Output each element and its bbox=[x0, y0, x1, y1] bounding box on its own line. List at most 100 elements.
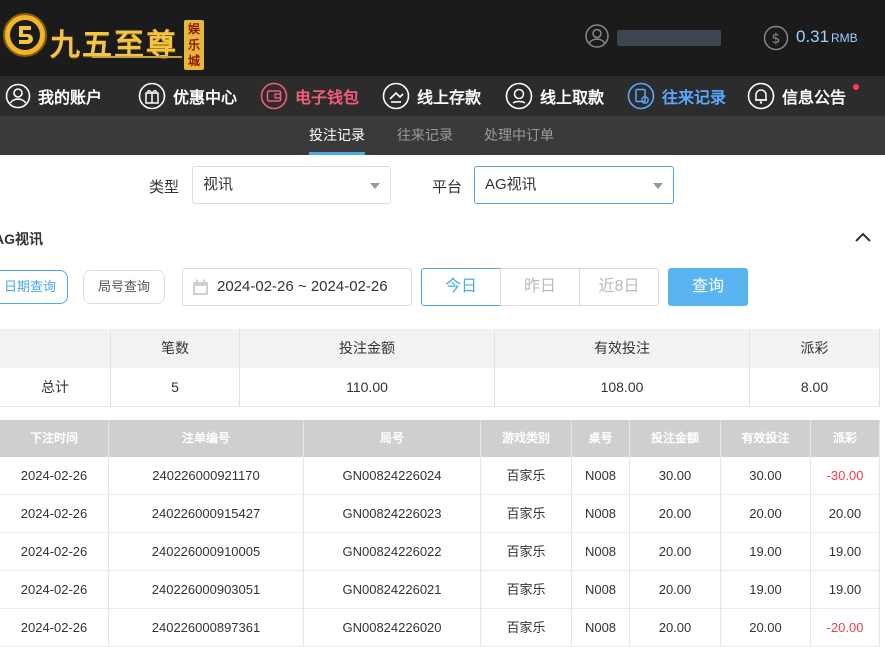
type-label: 类型 bbox=[149, 179, 180, 196]
summary-table: 笔数 投注金额 有效投注 派彩 总计 5 110.00 108.00 8.00 bbox=[0, 329, 880, 407]
tab-transfer-records[interactable]: 往来记录 bbox=[397, 116, 453, 155]
summary-header-bet-amount: 投注金额 bbox=[240, 329, 495, 368]
section-title: AG视讯 bbox=[0, 231, 43, 247]
calendar-icon bbox=[193, 279, 208, 295]
top-header: 九五至尊 娱乐城 $ 0.31 RMB bbox=[0, 0, 885, 76]
table-cell-table-number: N008 bbox=[572, 609, 630, 647]
table-cell-payout: -30.00 bbox=[811, 457, 880, 495]
user-circle-icon bbox=[5, 83, 31, 109]
table-cell-order-number: 240226000903051 bbox=[109, 571, 304, 609]
date-range-input[interactable]: 2024-02-26 ~ 2024-02-26 bbox=[182, 268, 412, 306]
table-cell-valid-bet: 20.00 bbox=[721, 609, 811, 647]
table-header-order-number: 注单编号 bbox=[109, 420, 304, 457]
table-cell-bet-time: 2024-02-26 bbox=[0, 571, 109, 609]
bell-icon bbox=[747, 82, 775, 110]
table-cell-order-number: 240226000915427 bbox=[109, 495, 304, 533]
table-cell-bet-amount: 20.00 bbox=[630, 609, 721, 647]
table-cell-game-type: 百家乐 bbox=[481, 457, 572, 495]
balance-currency: RMB bbox=[831, 31, 858, 45]
platform-select-value: AG视讯 bbox=[485, 176, 537, 193]
nav-transaction-records[interactable]: 往来记录 bbox=[627, 76, 726, 116]
nav-announcements[interactable]: 信息公告 bbox=[747, 76, 846, 116]
sub-tabs: 投注记录 往来记录 处理中订单 bbox=[0, 116, 885, 155]
logo-divider bbox=[92, 56, 182, 58]
table-cell-bet-time: 2024-02-26 bbox=[0, 457, 109, 495]
nav-label: 优惠中心 bbox=[173, 90, 238, 107]
last-8-days-button[interactable]: 近8日 bbox=[579, 268, 659, 306]
type-select[interactable]: 视讯 bbox=[192, 166, 391, 204]
table-header-payout: 派彩 bbox=[811, 420, 880, 457]
table-cell-round-number: GN00824226023 bbox=[304, 495, 481, 533]
table-cell-payout: -20.00 bbox=[811, 609, 880, 647]
table-header-valid-bet: 有效投注 bbox=[721, 420, 811, 457]
user-avatar-icon[interactable] bbox=[585, 24, 609, 48]
table-cell-bet-amount: 20.00 bbox=[630, 495, 721, 533]
platform-select[interactable]: AG视讯 bbox=[474, 166, 674, 204]
nav-online-deposit[interactable]: 线上存款 bbox=[382, 76, 481, 116]
table-cell-round-number: GN00824226021 bbox=[304, 571, 481, 609]
table-header-bet-amount: 投注金额 bbox=[630, 420, 721, 457]
table-cell-round-number: GN00824226024 bbox=[304, 457, 481, 495]
main-nav: 我的账户 优惠中心 电子钱包 线上存款 线上取款 往来记录 信息公告 bbox=[0, 76, 885, 116]
nav-label: 线上取款 bbox=[540, 90, 605, 107]
table-cell-game-type: 百家乐 bbox=[481, 533, 572, 571]
chevron-down-icon bbox=[370, 183, 380, 189]
nav-label: 线上存款 bbox=[417, 90, 482, 107]
summary-bet-amount: 110.00 bbox=[240, 368, 495, 407]
table-header-bet-time: 下注时间 bbox=[0, 420, 109, 457]
table-cell-order-number: 240226000897361 bbox=[109, 609, 304, 647]
table-cell-game-type: 百家乐 bbox=[481, 495, 572, 533]
nav-e-wallet[interactable]: 电子钱包 bbox=[260, 76, 359, 116]
table-header-table-number: 桌号 bbox=[572, 420, 630, 457]
table-cell-table-number: N008 bbox=[572, 533, 630, 571]
date-range-value: 2024-02-26 ~ 2024-02-26 bbox=[217, 278, 388, 295]
notification-dot bbox=[853, 84, 859, 90]
table-cell-table-number: N008 bbox=[572, 495, 630, 533]
summary-total-label: 总计 bbox=[0, 368, 111, 407]
brand-logo[interactable]: 九五至尊 娱乐城 bbox=[2, 8, 212, 70]
round-query-button[interactable]: 局号查询 bbox=[83, 270, 165, 304]
svg-text:$: $ bbox=[772, 31, 781, 47]
table-cell-bet-time: 2024-02-26 bbox=[0, 609, 109, 647]
nav-my-account[interactable]: 我的账户 bbox=[5, 76, 102, 116]
table-header-game-type: 游戏类别 bbox=[481, 420, 572, 457]
table-cell-order-number: 240226000921170 bbox=[109, 457, 304, 495]
table-cell-bet-amount: 30.00 bbox=[630, 457, 721, 495]
table-cell-game-type: 百家乐 bbox=[481, 571, 572, 609]
query-button[interactable]: 查询 bbox=[668, 268, 748, 306]
nav-label: 信息公告 bbox=[782, 90, 847, 107]
yesterday-button[interactable]: 昨日 bbox=[500, 268, 580, 306]
tab-bet-records[interactable]: 投注记录 bbox=[309, 116, 365, 155]
table-cell-payout: 20.00 bbox=[811, 495, 880, 533]
summary-header-blank bbox=[0, 329, 111, 368]
gift-icon bbox=[138, 82, 166, 110]
nav-label: 电子钱包 bbox=[295, 90, 360, 107]
table-cell-order-number: 240226000910005 bbox=[109, 533, 304, 571]
type-select-value: 视讯 bbox=[203, 176, 234, 193]
date-query-button[interactable]: 日期查询 bbox=[0, 270, 68, 304]
summary-count: 5 bbox=[111, 368, 240, 407]
nav-label: 我的账户 bbox=[38, 90, 103, 107]
summary-valid-bet: 108.00 bbox=[495, 368, 750, 407]
table-cell-payout: 19.00 bbox=[811, 571, 880, 609]
table-cell-round-number: GN00824226020 bbox=[304, 609, 481, 647]
summary-payout: 8.00 bbox=[750, 368, 880, 407]
summary-header-count: 笔数 bbox=[111, 329, 240, 368]
table-cell-valid-bet: 19.00 bbox=[721, 533, 811, 571]
table-cell-bet-time: 2024-02-26 bbox=[0, 495, 109, 533]
table-cell-table-number: N008 bbox=[572, 457, 630, 495]
chevron-down-icon bbox=[653, 183, 663, 189]
table-cell-bet-time: 2024-02-26 bbox=[0, 533, 109, 571]
nav-online-withdraw[interactable]: 线上取款 bbox=[505, 76, 604, 116]
table-cell-valid-bet: 19.00 bbox=[721, 571, 811, 609]
summary-header-payout: 派彩 bbox=[750, 329, 880, 368]
nav-label: 往来记录 bbox=[662, 90, 727, 107]
today-button[interactable]: 今日 bbox=[421, 268, 501, 306]
table-cell-game-type: 百家乐 bbox=[481, 609, 572, 647]
table-cell-bet-amount: 20.00 bbox=[630, 571, 721, 609]
table-cell-bet-amount: 20.00 bbox=[630, 533, 721, 571]
table-cell-payout: 19.00 bbox=[811, 533, 880, 571]
chevron-up-icon[interactable] bbox=[853, 229, 873, 245]
nav-promotions[interactable]: 优惠中心 bbox=[138, 76, 237, 116]
tab-pending-orders[interactable]: 处理中订单 bbox=[484, 116, 554, 155]
